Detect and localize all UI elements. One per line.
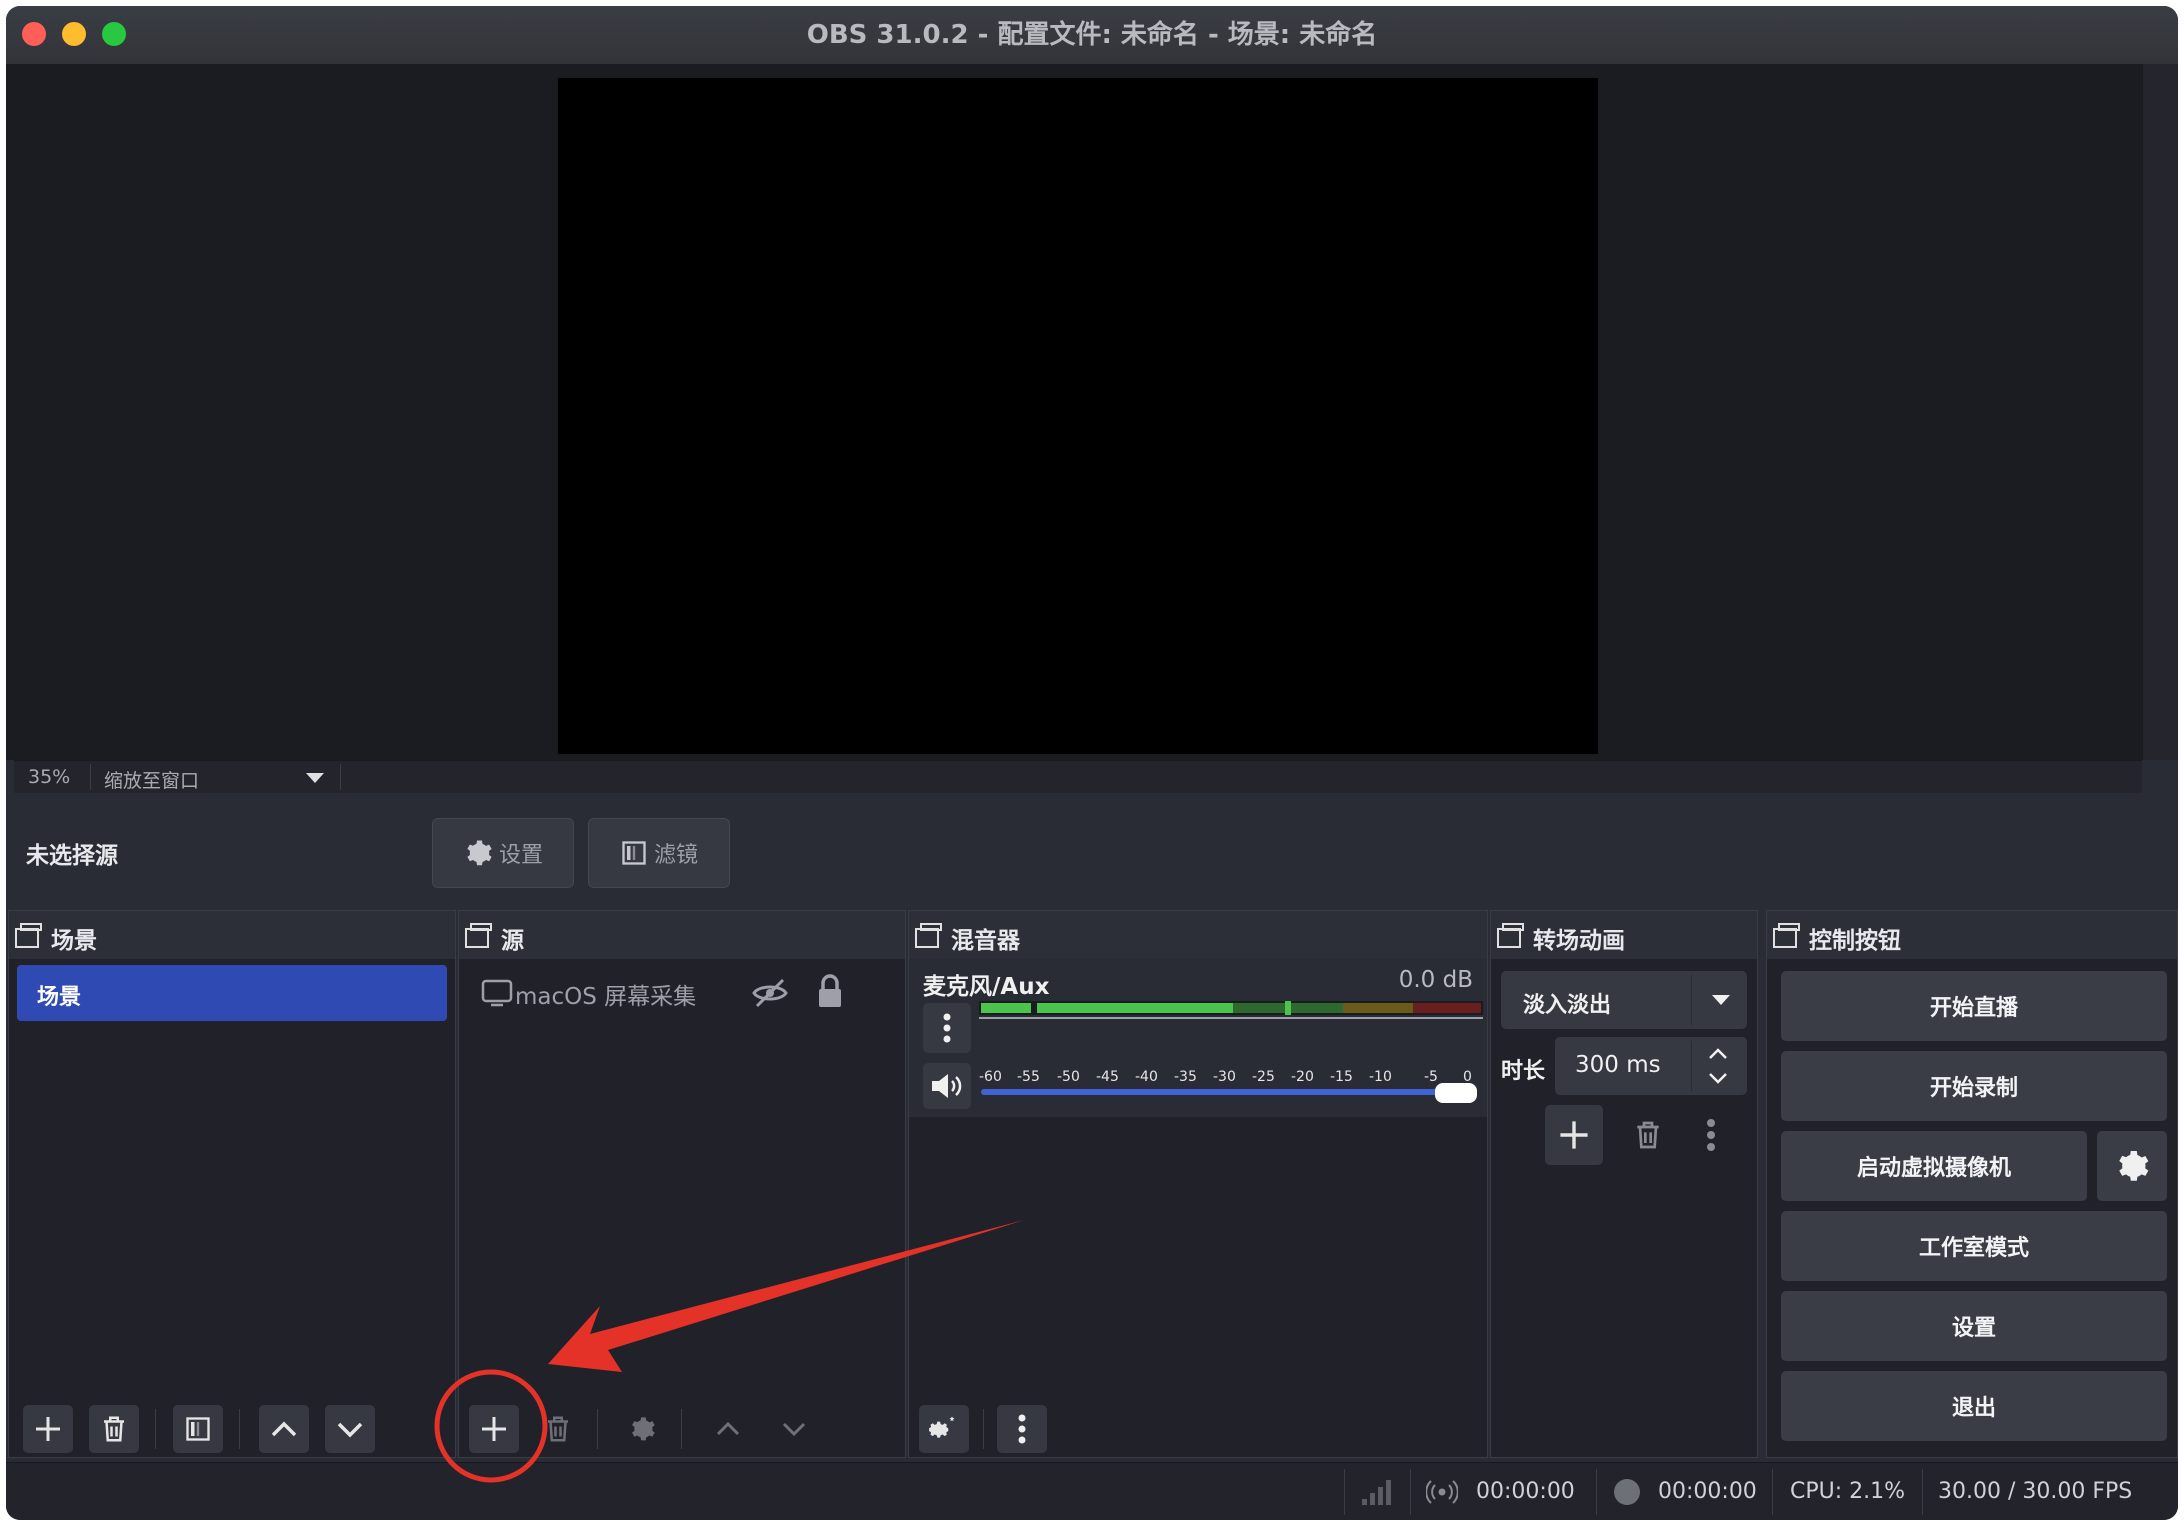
annotation-overlay bbox=[434, 1220, 1024, 1483]
annotation-arrow bbox=[548, 1220, 1024, 1372]
highlight-circle bbox=[434, 1369, 548, 1483]
